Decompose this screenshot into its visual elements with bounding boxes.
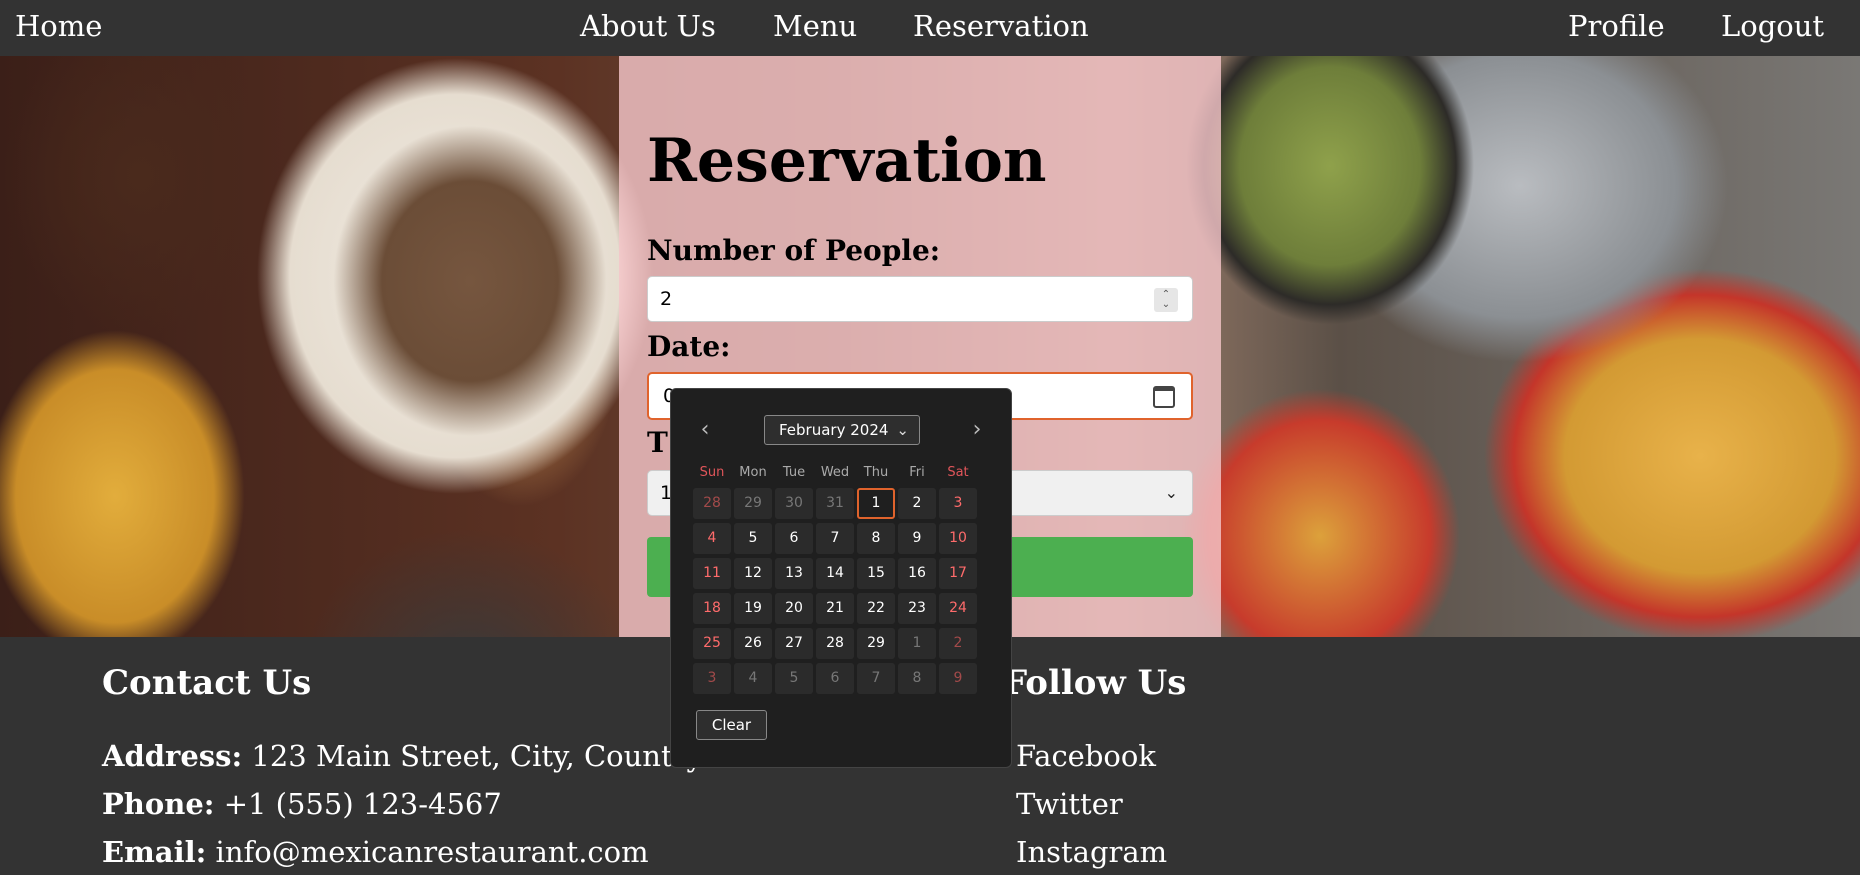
calendar-day[interactable]: 3: [693, 663, 731, 694]
calendar-icon[interactable]: [1153, 386, 1175, 408]
month-year-select[interactable]: February 2024 ⌄: [764, 415, 920, 445]
follow-heading: Follow Us: [1003, 663, 1187, 703]
email-line: Email: info@mexicanrestaurant.com: [102, 835, 649, 869]
weekday-header: Fri: [909, 465, 925, 480]
number-spinner-icon[interactable]: ⌃ ⌄: [1154, 288, 1178, 312]
email-value: info@mexicanrestaurant.com: [206, 835, 649, 869]
calendar-day[interactable]: 19: [734, 593, 772, 624]
address-label: Address:: [102, 739, 243, 773]
calendar-day[interactable]: 22: [857, 593, 895, 624]
weekday-header: Sun: [699, 465, 725, 480]
calendar-day[interactable]: 28: [816, 628, 854, 659]
calendar-day[interactable]: 17: [939, 558, 977, 589]
calendar-day[interactable]: 16: [898, 558, 936, 589]
calendar-day[interactable]: 2: [939, 628, 977, 659]
weekday-header: Sat: [947, 465, 969, 480]
facebook-link[interactable]: Facebook: [1016, 739, 1156, 773]
calendar-day[interactable]: 9: [939, 663, 977, 694]
calendar-day[interactable]: 29: [734, 488, 772, 519]
calendar-day[interactable]: 23: [898, 593, 936, 624]
nav-about-link[interactable]: About Us: [580, 0, 716, 52]
people-input[interactable]: 2 ⌃ ⌄: [647, 276, 1193, 322]
calendar-day[interactable]: 28: [693, 488, 731, 519]
calendar-day[interactable]: 25: [693, 628, 731, 659]
time-label: T: [647, 426, 668, 459]
calendar-day[interactable]: 15: [857, 558, 895, 589]
nav-profile-link[interactable]: Profile: [1568, 0, 1665, 52]
calendar-day[interactable]: 20: [775, 593, 813, 624]
calendar-day[interactable]: 14: [816, 558, 854, 589]
weekday-header: Thu: [863, 465, 889, 480]
month-year-label: February 2024: [779, 421, 889, 439]
phone-label: Phone:: [102, 787, 215, 821]
contact-heading: Contact Us: [102, 663, 312, 703]
twitter-link[interactable]: Twitter: [1016, 787, 1123, 821]
date-label: Date:: [647, 330, 731, 363]
calendar-day[interactable]: 27: [775, 628, 813, 659]
calendar-day[interactable]: 8: [857, 523, 895, 554]
calendar-day[interactable]: 21: [816, 593, 854, 624]
nav-home-link[interactable]: Home: [15, 0, 102, 52]
top-nav: Home About Us Menu Reservation Profile L…: [0, 0, 1860, 56]
calendar-day[interactable]: 30: [775, 488, 813, 519]
calendar-day[interactable]: 1: [857, 488, 895, 519]
calendar-day[interactable]: 18: [693, 593, 731, 624]
page-title: Reservation: [647, 126, 1047, 196]
address-value: 123 Main Street, City, Country: [242, 739, 703, 773]
weekday-header: Wed: [820, 465, 850, 480]
calendar-day[interactable]: 7: [857, 663, 895, 694]
calendar-day[interactable]: 5: [775, 663, 813, 694]
people-value: 2: [660, 288, 673, 310]
calendar-day[interactable]: 9: [898, 523, 936, 554]
chevron-down-icon: ⌄: [896, 421, 909, 439]
calendar-day[interactable]: 2: [898, 488, 936, 519]
calendar-day[interactable]: 13: [775, 558, 813, 589]
address-line: Address: 123 Main Street, City, Country: [102, 739, 703, 773]
instagram-link[interactable]: Instagram: [1016, 835, 1167, 869]
calendar-day[interactable]: 11: [693, 558, 731, 589]
chevron-down-icon: ⌄: [1164, 483, 1178, 502]
calendar-day[interactable]: 12: [734, 558, 772, 589]
calendar-day[interactable]: 6: [816, 663, 854, 694]
phone-value: +1 (555) 123-4567: [214, 787, 502, 821]
clear-button[interactable]: Clear: [696, 710, 767, 740]
weekday-header: Tue: [782, 465, 806, 480]
people-label: Number of People:: [647, 234, 941, 267]
calendar-day[interactable]: 31: [816, 488, 854, 519]
calendar-day[interactable]: 4: [693, 523, 731, 554]
calendar-day[interactable]: 29: [857, 628, 895, 659]
calendar-day[interactable]: 1: [898, 628, 936, 659]
calendar-day[interactable]: 5: [734, 523, 772, 554]
nav-reservation-link[interactable]: Reservation: [913, 0, 1089, 52]
nav-logout-link[interactable]: Logout: [1721, 0, 1824, 52]
prev-month-icon[interactable]: ‹: [693, 417, 717, 442]
calendar-day[interactable]: 26: [734, 628, 772, 659]
phone-line: Phone: +1 (555) 123-4567: [102, 787, 502, 821]
email-label: Email:: [102, 835, 207, 869]
next-month-icon[interactable]: ›: [965, 417, 989, 442]
calendar-day[interactable]: 6: [775, 523, 813, 554]
calendar-day[interactable]: 7: [816, 523, 854, 554]
calendar-day[interactable]: 3: [939, 488, 977, 519]
calendar-day[interactable]: 4: [734, 663, 772, 694]
datepicker-popup: ‹ February 2024 ⌄ › Sun Mon Tue Wed Thu Fri Sa…: [670, 388, 1012, 768]
calendar-day[interactable]: 24: [939, 593, 977, 624]
calendar-day[interactable]: 8: [898, 663, 936, 694]
weekday-header: Mon: [739, 465, 767, 480]
nav-menu-link[interactable]: Menu: [773, 0, 857, 52]
calendar-day[interactable]: 10: [939, 523, 977, 554]
